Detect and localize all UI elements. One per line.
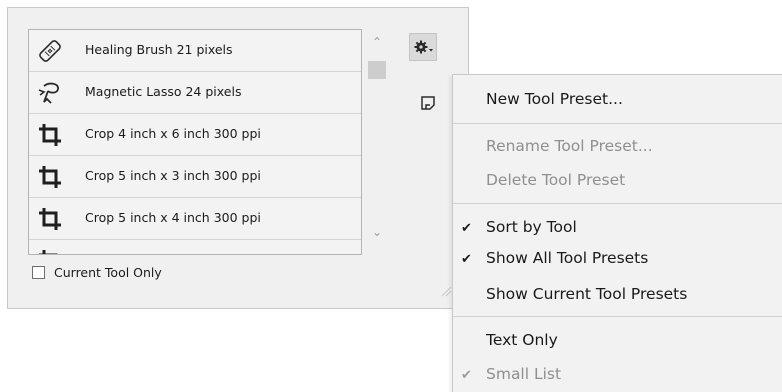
checkmark-icon: ✔ — [461, 368, 472, 383]
crop-icon — [39, 166, 61, 188]
scroll-down-arrow-icon[interactable]: ⌄ — [368, 225, 386, 239]
menu-separator — [453, 203, 782, 204]
list-item[interactable]: Crop 4 inch x 6 inch 300 ppi — [29, 114, 361, 156]
crop-icon — [39, 124, 61, 146]
scroll-up-arrow-icon[interactable]: ⌃ — [368, 35, 386, 49]
panel-flyout-menu: New Tool Preset... Rename Tool Preset...… — [452, 74, 782, 392]
checkmark-icon: ✔ — [461, 252, 472, 267]
crop-icon — [39, 250, 58, 254]
menu-item-new-tool-preset[interactable]: New Tool Preset... — [486, 90, 623, 108]
menu-separator — [453, 123, 782, 124]
current-tool-only-checkbox[interactable] — [32, 266, 45, 279]
preset-label: Crop 5 inch x 3 inch 300 ppi — [85, 168, 261, 183]
healing-brush-icon — [39, 40, 61, 62]
list-item[interactable]: Crop 5 inch x 4 inch 300 ppi — [29, 198, 361, 240]
presets-list: Healing Brush 21 pixels Magnetic Lasso 2… — [28, 29, 362, 255]
list-scrollbar[interactable]: ⌃ ⌄ — [362, 29, 392, 255]
list-item[interactable]: Healing Brush 21 pixels — [29, 30, 361, 72]
preset-label: Magnetic Lasso 24 pixels — [85, 84, 242, 99]
list-item[interactable] — [29, 240, 361, 254]
list-item[interactable]: Crop 5 inch x 3 inch 300 ppi — [29, 156, 361, 198]
new-preset-icon[interactable] — [420, 95, 436, 111]
menu-item-sort-by-tool[interactable]: Sort by Tool — [486, 218, 577, 236]
menu-item-show-all-tool-presets[interactable]: Show All Tool Presets — [486, 249, 648, 267]
menu-item-rename-tool-preset[interactable]: Rename Tool Preset... — [486, 137, 653, 155]
magnetic-lasso-icon — [38, 82, 59, 104]
list-item[interactable]: Magnetic Lasso 24 pixels — [29, 72, 361, 114]
resize-grip-icon[interactable] — [438, 283, 452, 297]
checkmark-icon: ✔ — [461, 221, 472, 236]
crop-icon — [39, 208, 61, 230]
menu-separator — [453, 316, 782, 317]
menu-item-delete-tool-preset[interactable]: Delete Tool Preset — [486, 171, 625, 189]
scroll-thumb[interactable] — [368, 61, 386, 79]
preset-label: Crop 4 inch x 6 inch 300 ppi — [85, 126, 261, 141]
menu-item-text-only[interactable]: Text Only — [486, 331, 558, 349]
current-tool-only-label: Current Tool Only — [54, 265, 162, 280]
preset-label: Healing Brush 21 pixels — [85, 42, 233, 57]
gear-icon — [414, 40, 433, 54]
panel-menu-button[interactable] — [409, 33, 437, 61]
preset-label: Crop 5 inch x 4 inch 300 ppi — [85, 210, 261, 225]
menu-item-small-list[interactable]: Small List — [486, 365, 561, 383]
menu-item-show-current-tool-presets[interactable]: Show Current Tool Presets — [486, 285, 687, 303]
